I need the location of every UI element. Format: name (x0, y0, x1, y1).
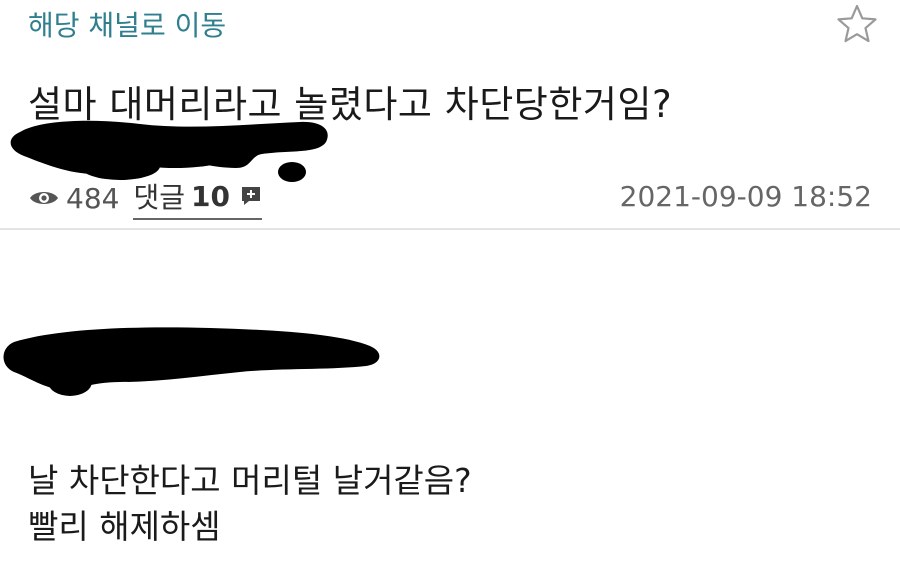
channel-link[interactable]: 해당 채널로 이동 (28, 4, 226, 44)
post-body-line: 날 차단한다고 머리털 날거같음? (28, 461, 472, 500)
divider (0, 228, 900, 230)
comments-link[interactable]: 댓글 10 (133, 176, 262, 220)
post-body: 날 차단한다고 머리털 날거같음? 빨리 해제하셈 (28, 458, 472, 550)
view-count: 484 (66, 181, 120, 215)
post-timestamp: 2021-09-09 18:52 (619, 180, 872, 213)
comment-plus-icon (241, 187, 260, 205)
comments-count: 10 (190, 179, 230, 213)
post-body-line: 빨리 해제하셈 (28, 507, 221, 546)
post-meta-row: 484 댓글 10 (28, 176, 262, 220)
star-icon[interactable] (835, 2, 879, 46)
comments-label: 댓글 (133, 181, 185, 214)
eye-icon (30, 192, 58, 204)
redaction-mark-body (3, 327, 380, 396)
